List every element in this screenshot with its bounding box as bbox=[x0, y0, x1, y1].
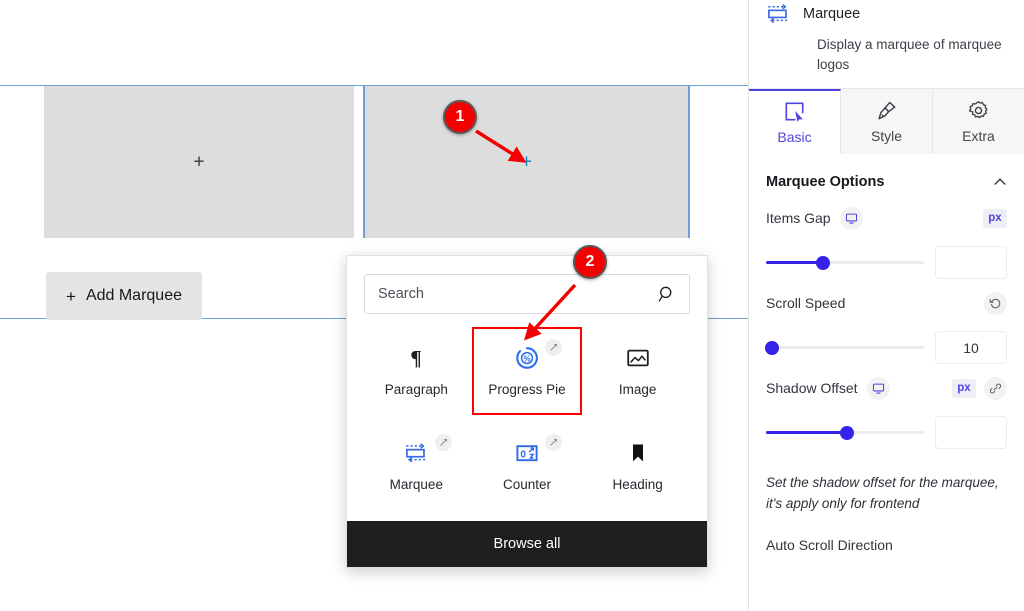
annotation-badge-2: 2 bbox=[573, 245, 607, 279]
app-root: + + + Add Marquee ¶ bbox=[0, 0, 1024, 611]
annotation-arrow-1 bbox=[475, 129, 577, 341]
annotation-badge-1: 1 bbox=[443, 100, 477, 134]
